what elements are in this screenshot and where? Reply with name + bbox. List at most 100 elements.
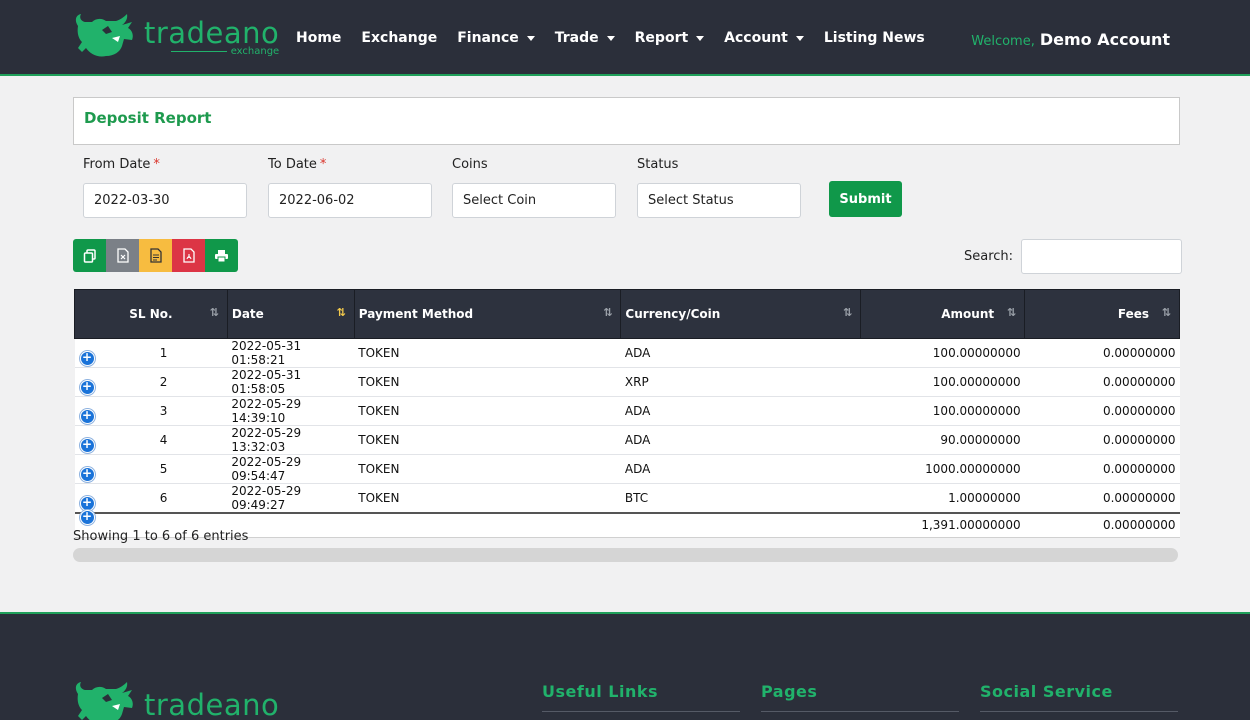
table-row[interactable]: +2 2022-05-31 01:58:05 TOKEN XRP 100.0000000… (74, 367, 1180, 397)
pdf-file-icon (182, 248, 195, 263)
sl-no-cell: +3 (74, 396, 228, 426)
status-select[interactable]: Select Status (637, 183, 801, 218)
footer-useful-links: Useful Links (542, 682, 740, 712)
caret-down-icon (696, 35, 705, 41)
currency-cell: BTC (620, 483, 861, 514)
date-cell: 2022-05-31 01:58:05 (227, 367, 355, 397)
from-date-label: From Date * (83, 157, 160, 172)
date-cell: 2022-05-29 09:49:27 (227, 483, 355, 514)
footer-pages: Pages (761, 682, 959, 712)
footer-heading: Social Service (980, 682, 1113, 701)
expand-row-icon[interactable]: + (79, 467, 95, 482)
report-header-card: Deposit Report (73, 97, 1180, 145)
footer-heading: Pages (761, 682, 818, 701)
nav-item-home[interactable]: Home (296, 30, 341, 46)
currency-cell: ADA (620, 338, 861, 368)
welcome-label: Welcome, (971, 34, 1035, 49)
sl-no-cell: +5 (74, 454, 228, 484)
col-payment-method[interactable]: Payment Method ⇅ (353, 289, 622, 339)
main-nav: Home Exchange Finance Trade Report Account Lis… (296, 0, 945, 76)
payment-method-cell: TOKEN (354, 483, 621, 514)
brand-name: tradeano (144, 15, 280, 50)
fees-cell: 0.00000000 (1024, 425, 1180, 455)
search-label: Search: (964, 249, 1014, 264)
entries-info: Showing 1 to 6 of 6 entries (73, 529, 249, 544)
deposit-table-wrapper: SL No. ⇅ Date ⇅ Payment Method ⇅ Currency/C… (74, 289, 1180, 538)
table-search: Search: (964, 239, 1183, 274)
amount-cell: 1000.00000000 (860, 454, 1025, 484)
nav-item-report[interactable]: Report (635, 30, 705, 46)
nav-item-finance[interactable]: Finance (457, 30, 535, 46)
copy-button[interactable] (73, 239, 106, 272)
sort-desc-icon: ⇅ (336, 306, 346, 319)
submit-button[interactable]: Submit (829, 181, 902, 217)
deposit-table: SL No. ⇅ Date ⇅ Payment Method ⇅ Currency/C… (74, 289, 1180, 538)
to-date-input[interactable]: 2022-06-02 (268, 183, 432, 218)
payment-method-cell: TOKEN (354, 367, 621, 397)
nav-item-trade[interactable]: Trade (555, 30, 615, 46)
csv-file-icon (116, 248, 129, 263)
sl-no-cell: +6 (74, 483, 228, 514)
col-currency[interactable]: Currency/Coin ⇅ (620, 289, 862, 339)
currency-cell: XRP (620, 367, 861, 397)
payment-method-cell: TOKEN (354, 425, 621, 455)
amount-cell: 100.00000000 (860, 338, 1025, 368)
horizontal-scrollbar[interactable] (73, 548, 1178, 562)
fees-cell: 0.00000000 (1024, 483, 1180, 514)
from-date-group: From Date * 2022-03-30 (83, 157, 247, 218)
table-row[interactable]: +1 2022-05-31 01:58:21 TOKEN ADA 100.0000000… (74, 338, 1180, 368)
brand-logo[interactable]: tradeano exchange (72, 12, 279, 62)
caret-down-icon (606, 35, 615, 41)
footer-heading: Useful Links (542, 682, 659, 701)
footer-logo[interactable]: tradeano (72, 680, 279, 720)
nav-item-listing-news[interactable]: Listing News (824, 30, 925, 46)
total-amount: 1,391.00000000 (860, 512, 1025, 538)
col-sl-no[interactable]: SL No. ⇅ (74, 289, 228, 339)
caret-down-icon (795, 35, 804, 41)
expand-row-icon[interactable]: + (79, 438, 95, 453)
fees-cell: 0.00000000 (1024, 367, 1180, 397)
coins-select[interactable]: Select Coin (452, 183, 616, 218)
table-row[interactable]: +4 2022-05-29 13:32:03 TOKEN ADA 90.00000000… (74, 425, 1180, 455)
col-fees[interactable]: Fees ⇅ (1024, 289, 1180, 339)
currency-cell: ADA (620, 454, 861, 484)
bull-logo-icon (75, 14, 133, 57)
to-date-group: To Date * 2022-06-02 (268, 157, 432, 218)
sort-icon: ⇅ (1161, 306, 1171, 319)
date-cell: 2022-05-29 09:54:47 (227, 454, 355, 484)
fees-cell: 0.00000000 (1024, 396, 1180, 426)
fees-cell: 0.00000000 (1024, 454, 1180, 484)
user-name[interactable]: Demo Account (1040, 30, 1170, 49)
search-input[interactable] (1021, 239, 1183, 274)
expand-row-icon[interactable]: + (79, 510, 95, 525)
pdf-button[interactable] (172, 239, 205, 272)
csv-button[interactable] (106, 239, 139, 272)
to-date-label: To Date * (268, 157, 327, 172)
user-welcome[interactable]: Welcome, Demo Account (971, 30, 1170, 49)
nav-item-exchange[interactable]: Exchange (361, 30, 437, 46)
sl-no-cell: +4 (74, 425, 228, 455)
from-date-input[interactable]: 2022-03-30 (83, 183, 247, 218)
payment-method-cell: TOKEN (354, 454, 621, 484)
currency-cell: ADA (620, 425, 861, 455)
col-amount[interactable]: Amount ⇅ (860, 289, 1026, 339)
expand-row-icon[interactable]: + (79, 351, 95, 366)
payment-method-cell: TOKEN (354, 396, 621, 426)
date-cell: 2022-05-29 13:32:03 (227, 425, 355, 455)
date-cell: 2022-05-29 14:39:10 (227, 396, 355, 426)
expand-row-icon[interactable]: + (79, 409, 95, 424)
printer-icon (215, 249, 228, 262)
table-row[interactable]: +6 2022-05-29 09:49:27 TOKEN BTC 1.00000000 0… (74, 483, 1180, 514)
status-group: Status Select Status (637, 157, 801, 218)
amount-cell: 100.00000000 (860, 367, 1025, 397)
total-fees: 0.00000000 (1024, 512, 1180, 538)
nav-item-account[interactable]: Account (724, 30, 804, 46)
print-button[interactable] (205, 239, 238, 272)
coins-group: Coins Select Coin (452, 157, 616, 218)
page-title: Deposit Report (84, 109, 212, 127)
table-row[interactable]: +3 2022-05-29 14:39:10 TOKEN ADA 100.0000000… (74, 396, 1180, 426)
col-date[interactable]: Date ⇅ (226, 289, 355, 339)
table-row[interactable]: +5 2022-05-29 09:54:47 TOKEN ADA 1000.000000… (74, 454, 1180, 484)
excel-button[interactable] (139, 239, 172, 272)
expand-row-icon[interactable]: + (79, 380, 95, 395)
